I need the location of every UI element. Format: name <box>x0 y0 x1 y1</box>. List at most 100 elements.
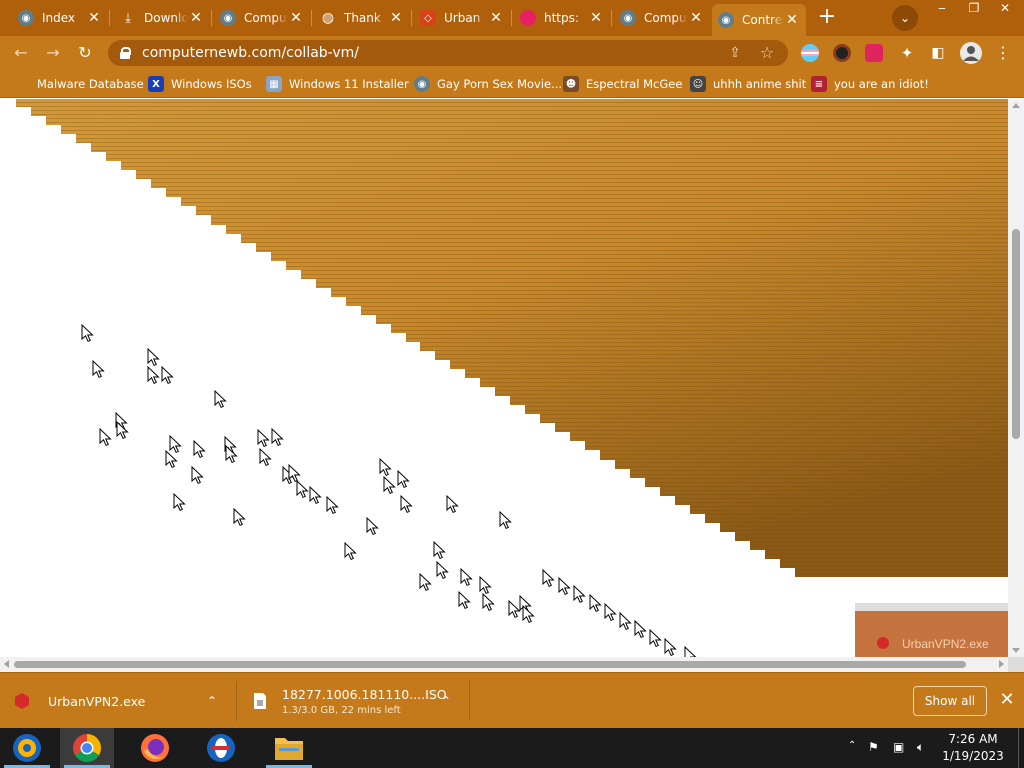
bookmark-star-icon[interactable]: ☆ <box>756 40 778 66</box>
show-desktop-button[interactable] <box>1018 728 1024 768</box>
mouse-cursor-icon <box>400 494 413 514</box>
mouse-cursor-icon <box>296 479 309 499</box>
tab-computernewb[interactable]: ◉ Computernewb ✕ <box>214 6 310 30</box>
scroll-left-arrow[interactable] <box>4 660 9 668</box>
mouse-cursor-icon <box>508 599 521 619</box>
close-tab-icon[interactable]: ✕ <box>188 10 204 26</box>
tab-index[interactable]: ◉ Index ✕ <box>12 6 108 30</box>
mouse-cursor-icon <box>458 590 471 610</box>
mouse-cursor-icon <box>522 604 535 624</box>
vm-icon: ◉ <box>620 10 636 26</box>
share-icon[interactable]: ⇪ <box>724 40 746 66</box>
volume-icon[interactable]: 🔈︎ <box>917 740 924 755</box>
vm-icon: ◉ <box>718 12 734 28</box>
close-tab-icon[interactable]: ✕ <box>388 10 404 26</box>
download-item-iso[interactable]: 18277.1006.181110....ISO 1.3/3.0 GB, 22 … <box>252 681 466 721</box>
action-center-flag-icon[interactable]: ⚑ <box>868 740 879 754</box>
tab-computernewb-2[interactable]: ◉ Computernewb ✕ <box>614 6 710 30</box>
vertical-scrollbar[interactable] <box>1008 99 1024 657</box>
firefox-icon[interactable] <box>128 728 182 768</box>
download-name: 18277.1006.181110....ISO <box>282 686 447 702</box>
bookmark-espectral-mcgee[interactable]: ☻ Espectral McGee <box>563 75 682 93</box>
bookmark-you-are-an-idiot[interactable]: ≡ you are an idiot! <box>811 75 929 93</box>
trans-flag-ext-icon[interactable] <box>801 44 819 62</box>
mouse-cursor-icon <box>684 645 697 657</box>
tab-urban[interactable]: ◇ Urban ✕ <box>414 6 510 30</box>
puzzle-icon[interactable]: ✦ <box>894 40 920 66</box>
tab-downloads[interactable]: ⤓ Downloads ✕ <box>114 6 210 30</box>
tab-thank[interactable]: ◍ Thank ✕ <box>314 6 410 30</box>
collabvm-app-icon[interactable] <box>0 728 54 768</box>
network-icon[interactable]: ▣ <box>893 740 904 754</box>
mouse-cursor-icon <box>479 575 492 595</box>
mouse-cursor-icon <box>604 602 617 622</box>
chevron-up-icon[interactable]: ⌃ <box>204 694 220 708</box>
bookmark-windows-isos[interactable]: X Windows ISOs <box>148 75 252 93</box>
close-tab-icon[interactable]: ✕ <box>288 10 304 26</box>
vm-icon: ◉ <box>414 76 430 92</box>
close-shelf-button[interactable]: ✕ <box>996 689 1018 711</box>
mouse-cursor-icon <box>573 584 586 604</box>
close-tab-icon[interactable]: ✕ <box>588 10 604 26</box>
tab-search-button[interactable]: ⌄ <box>892 5 918 31</box>
minimize-button[interactable]: ‒ <box>926 0 958 18</box>
tray-chevron-icon[interactable]: ⌃ <box>848 740 856 751</box>
horizontal-scrollbar[interactable] <box>0 657 1008 672</box>
mouse-cursor-icon <box>446 494 459 514</box>
avatar-ext-icon[interactable] <box>833 44 851 62</box>
red-puzzle-ext-icon[interactable] <box>865 44 883 62</box>
chrome-icon[interactable] <box>60 728 114 768</box>
browser-toolbar: ← → ↻ computernewb.com/collab-vm/ ⇪ ☆ ✦ … <box>0 36 1024 70</box>
maximize-button[interactable]: ❐ <box>958 0 990 18</box>
scroll-down-arrow[interactable] <box>1012 648 1020 653</box>
scrollbar-corner <box>1008 657 1024 672</box>
mouse-cursor-icon <box>92 359 105 379</box>
reload-button[interactable]: ↻ <box>72 40 98 66</box>
malware-db-icon <box>14 76 30 92</box>
bookmark-label: Espectral McGee <box>586 77 683 91</box>
bookmark-uhhh-anime[interactable]: ☺ uhhh anime shit <box>690 75 806 93</box>
side-panel-icon[interactable]: ◧ <box>925 40 951 66</box>
scroll-right-arrow[interactable] <box>999 660 1004 668</box>
vertical-scroll-thumb[interactable] <box>1012 229 1020 439</box>
close-tab-icon[interactable]: ✕ <box>86 10 102 26</box>
tab-contrevenant[interactable]: ◉ Contrevenant ✕ <box>712 4 806 36</box>
profile-icon[interactable] <box>960 42 982 64</box>
tab-separator <box>411 10 412 26</box>
opera-icon[interactable] <box>194 728 248 768</box>
mouse-cursor-icon <box>366 516 379 536</box>
scroll-up-arrow[interactable] <box>1012 103 1020 108</box>
address-bar[interactable]: computernewb.com/collab-vm/ ⇪ ☆ <box>108 40 788 66</box>
vm-screen-canvas[interactable]: UrbanVPN2.exe <box>0 99 1008 657</box>
tab-https[interactable]: https: ✕ <box>514 6 610 30</box>
download-shelf: UrbanVPN2.exe ⌃ 18277.1006.181110....ISO… <box>0 672 1024 728</box>
bookmark-windows-11-installer[interactable]: ▦ Windows 11 Installer <box>266 75 409 93</box>
show-all-button[interactable]: Show all <box>913 686 987 716</box>
back-button[interactable]: ← <box>8 40 34 66</box>
bookmark-label: Windows 11 Installer <box>289 77 409 91</box>
url-text[interactable]: computernewb.com/collab-vm/ <box>142 45 359 61</box>
mouse-cursor-icon <box>634 619 647 639</box>
download-item-urbanvpn[interactable]: UrbanVPN2.exe ⌃ <box>14 681 234 721</box>
close-tab-icon[interactable]: ✕ <box>688 10 704 26</box>
download-separator <box>236 681 237 721</box>
mouse-cursor-icon <box>173 492 186 512</box>
horizontal-scroll-thumb[interactable] <box>14 661 966 668</box>
forward-button[interactable]: → <box>40 40 66 66</box>
mouse-cursor-icon <box>271 427 284 447</box>
system-clock[interactable]: 7:26 AM 1/19/2023 <box>940 731 1006 765</box>
file-explorer-icon[interactable] <box>262 728 316 768</box>
close-window-button[interactable]: ✕ <box>988 0 1022 18</box>
mouse-cursor-icon <box>383 475 396 495</box>
vm-icon: ◉ <box>220 10 236 26</box>
close-tab-icon[interactable]: ✕ <box>488 10 504 26</box>
chevron-up-icon[interactable]: ⌃ <box>438 694 454 708</box>
lock-icon[interactable] <box>120 47 131 59</box>
menu-icon[interactable]: ⋮ <box>990 40 1016 66</box>
mouse-cursor-icon <box>259 447 272 467</box>
bookmark-gay-porn-sex-movie[interactable]: ◉ Gay Porn Sex Movie... <box>414 75 562 93</box>
close-tab-icon[interactable]: ✕ <box>784 12 800 28</box>
new-tab-button[interactable]: + <box>815 6 839 30</box>
bookmark-malware-database[interactable]: Malware Database <box>14 75 144 93</box>
mouse-cursor-icon <box>99 427 112 447</box>
